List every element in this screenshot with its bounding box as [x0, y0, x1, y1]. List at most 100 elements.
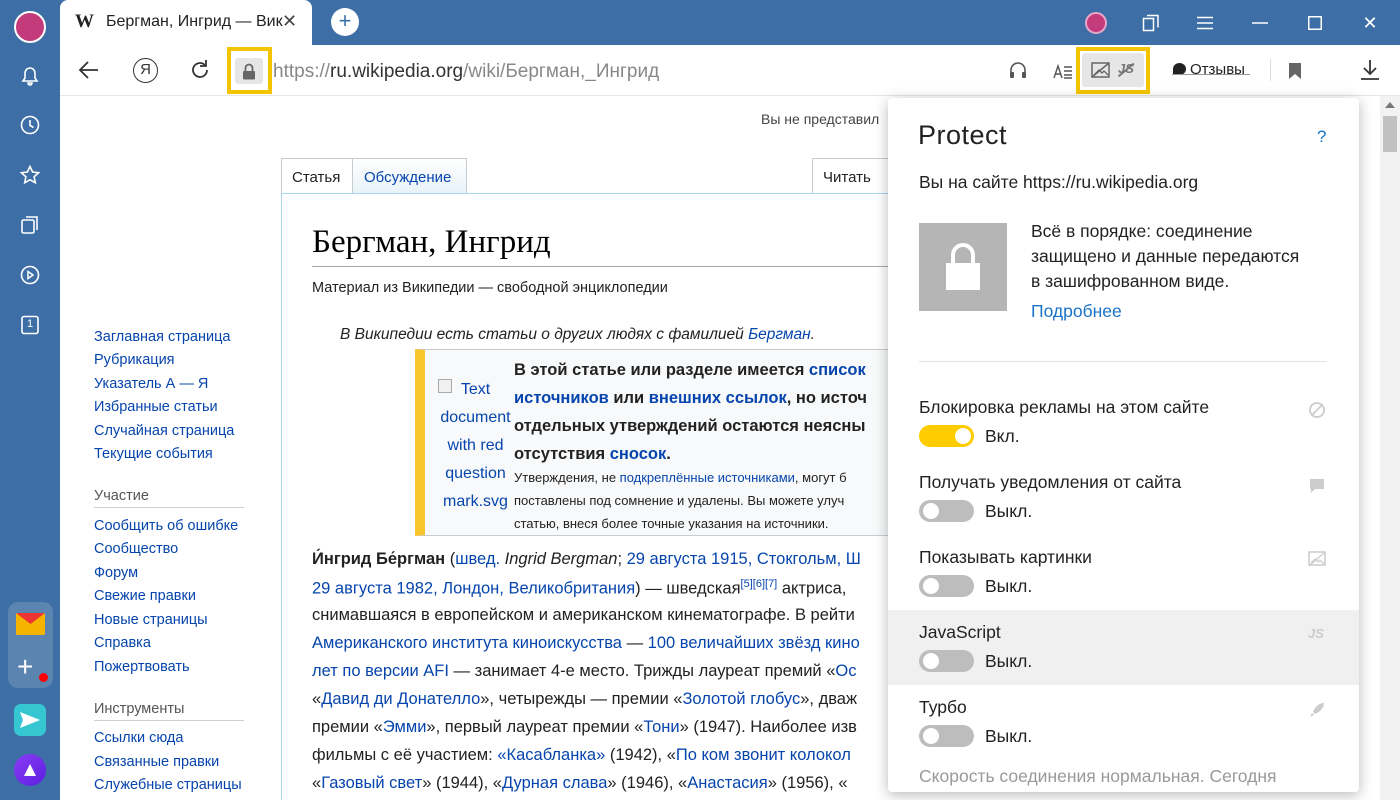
text: » (1956), « — [767, 774, 848, 792]
text: премии « — [312, 718, 383, 736]
more-link[interactable]: Подробнее — [1031, 301, 1122, 322]
link-uk[interactable]: Великобритания — [508, 580, 635, 598]
link-emmy[interactable]: Эмми — [383, 718, 427, 736]
nav-help[interactable]: Справка — [94, 635, 151, 651]
nav-special-pages[interactable]: Служебные страницы — [94, 777, 242, 793]
bell-icon[interactable] — [14, 60, 46, 92]
close-window-icon[interactable]: ✕ — [1355, 8, 1385, 38]
rocket-icon — [1308, 701, 1326, 719]
page-scrollbar[interactable] — [1380, 96, 1400, 800]
yandex-logo-icon[interactable]: Я — [133, 58, 158, 83]
tab-article[interactable]: Статья — [281, 158, 353, 194]
scroll-thumb[interactable] — [1383, 116, 1397, 152]
mail-icon[interactable] — [16, 613, 45, 635]
notice-bold-1: В этой статье или разделе имеется — [514, 361, 809, 379]
collections-panel-icon[interactable] — [1136, 8, 1166, 38]
reader-mode-icon[interactable] — [1053, 61, 1073, 84]
link-bell-tolls[interactable]: По ком звонит колокол — [676, 746, 851, 764]
scroll-up-arrow[interactable] — [1385, 102, 1395, 108]
play-icon[interactable] — [14, 259, 46, 291]
nav-what-links-here[interactable]: Ссылки сюда — [94, 730, 183, 746]
nav-related-changes[interactable]: Связанные правки — [94, 754, 219, 770]
link-birth-date[interactable]: 29 августа 1915 — [627, 550, 748, 568]
active-tab[interactable]: W Бергман, Ингрид — Вик ✕ — [60, 0, 312, 45]
javascript-state: Выкл. — [985, 651, 1033, 671]
notice-link-sources[interactable]: источников — [514, 389, 609, 407]
notice-small-text: Утверждения, не подкреплённые источникам… — [514, 466, 847, 535]
account-avatar-icon[interactable] — [1085, 12, 1107, 34]
new-tab-button[interactable]: + — [331, 8, 359, 36]
nav-forum[interactable]: Форум — [94, 565, 138, 581]
history-icon[interactable] — [14, 109, 46, 141]
tab-read[interactable]: Читать — [812, 158, 892, 194]
maximize-icon[interactable] — [1300, 8, 1330, 38]
protect-highlight-box — [1076, 47, 1150, 94]
back-icon[interactable] — [78, 59, 100, 86]
notifications-toggle[interactable] — [919, 500, 974, 522]
add-app-icon[interactable]: + — [17, 653, 33, 681]
para-line-8: фильмы с её участием: «Касабланка» (1942… — [312, 746, 851, 765]
link-100-stars[interactable]: 100 величайших звёзд кино — [648, 634, 860, 652]
alice-icon[interactable] — [14, 754, 46, 786]
link-death-date[interactable]: 29 августа 1982 — [312, 580, 433, 598]
headphones-icon[interactable] — [1008, 60, 1028, 85]
link-stockholm[interactable]: Стокгольм — [757, 550, 837, 568]
reload-icon[interactable] — [188, 58, 212, 87]
link-swedish[interactable]: швед. — [455, 550, 500, 568]
url-text[interactable]: https://ru.wikipedia.org/wiki/Бергман,_И… — [273, 61, 659, 83]
star-icon[interactable] — [14, 159, 46, 191]
link-tony[interactable]: Тони — [643, 718, 679, 736]
nav-categories[interactable]: Рубрикация — [94, 352, 175, 368]
notice-text: В этой статье или разделе имеется список… — [514, 356, 867, 468]
link-london[interactable]: Лондон — [442, 580, 499, 598]
setting-images: Показывать картинки Выкл. — [888, 535, 1359, 610]
link-afi-years[interactable]: лет по версии AFI — [312, 662, 449, 680]
bookmark-icon[interactable] — [1288, 62, 1302, 85]
nav-index[interactable]: Указатель А — Я — [94, 376, 208, 392]
link-anastasia[interactable]: Анастасия — [687, 774, 768, 792]
nav-recent-changes[interactable]: Свежие правки — [94, 588, 196, 604]
link-casablanca[interactable]: «Касабланка» — [497, 746, 605, 764]
link-david[interactable]: Давид ди Донателло — [321, 690, 480, 708]
notice-small-link[interactable]: подкреплённые источниками — [620, 470, 795, 485]
nav-community[interactable]: Сообщество — [94, 541, 178, 557]
link-sweden[interactable]: , Ш — [837, 550, 861, 568]
images-toggle[interactable] — [919, 575, 974, 597]
person-name: И́нгрид Бе́ргман — [312, 550, 446, 568]
help-link[interactable]: ? — [1317, 127, 1326, 147]
nav-new-pages[interactable]: Новые страницы — [94, 612, 208, 628]
calendar-icon[interactable]: 1 — [14, 309, 46, 341]
ad-block-toggle[interactable] — [919, 425, 974, 447]
link-oscar[interactable]: Ос — [835, 662, 856, 680]
nav-random[interactable]: Случайная страница — [94, 423, 234, 439]
messenger-icon[interactable] — [14, 704, 46, 736]
nav-report-error[interactable]: Сообщить об ошибке — [94, 518, 238, 534]
notifications-label: Получать уведомления от сайта — [919, 472, 1182, 492]
notice-link-external[interactable]: внешних ссылок — [649, 389, 787, 407]
link-gaslight[interactable]: Газовый свет — [321, 774, 422, 792]
tab-talk[interactable]: Обсуждение — [353, 158, 467, 194]
nav-main-page[interactable]: Заглавная страница — [94, 329, 230, 345]
minimize-icon[interactable] — [1245, 8, 1275, 38]
close-tab-icon[interactable]: ✕ — [282, 11, 297, 32]
nav-donate[interactable]: Пожертвовать — [94, 659, 190, 675]
collections-icon[interactable] — [14, 209, 46, 241]
hatnote-link[interactable]: Бергман — [748, 326, 811, 343]
notice-link-list[interactable]: список — [809, 361, 866, 379]
notice-link-footnotes[interactable]: сносок — [610, 445, 667, 463]
javascript-toggle[interactable] — [919, 650, 974, 672]
menu-icon[interactable] — [1190, 8, 1220, 38]
reference-links[interactable]: [5][6][7] — [741, 578, 778, 590]
link-notorious[interactable]: Дурная слава — [502, 774, 607, 792]
lock-highlight-box — [227, 47, 272, 94]
downloads-icon[interactable] — [1360, 59, 1380, 86]
participation-heading: Участие — [94, 488, 149, 504]
link-golden-globe[interactable]: Золотой глобус — [682, 690, 800, 708]
reviews-button[interactable]: Отзывы — [1163, 52, 1255, 86]
link-afi[interactable]: Американского института киноискусства — [312, 634, 622, 652]
image-icon — [1308, 551, 1326, 569]
turbo-toggle[interactable] — [919, 725, 974, 747]
nav-featured[interactable]: Избранные статьи — [94, 399, 218, 415]
nav-current-events[interactable]: Текущие события — [94, 446, 213, 462]
profile-avatar[interactable] — [14, 11, 46, 43]
